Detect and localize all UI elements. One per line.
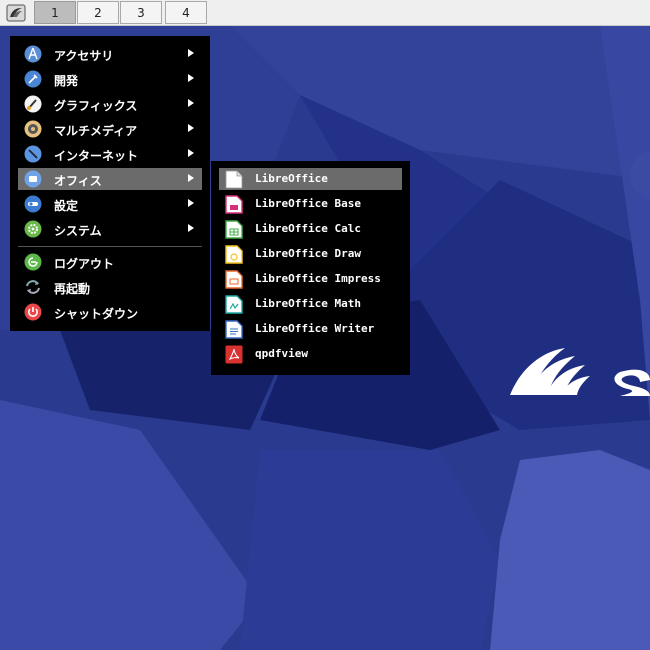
menu-item-office[interactable]: オフィス [18, 168, 202, 190]
submenu-item-libreoffice-calc[interactable]: LibreOffice Calc [219, 218, 402, 240]
menu-item-internet[interactable]: インターネット [18, 143, 202, 165]
internet-icon [24, 145, 42, 163]
accessories-icon [24, 45, 42, 63]
taskbar: 1 2 3 4 [0, 0, 650, 26]
submenu-arrow-icon [188, 49, 194, 57]
application-menu: アクセサリ 開発 グラフィックス マルチメディア インターネット オフィス 設定… [10, 36, 210, 331]
workspace-3-button[interactable]: 3 [120, 1, 162, 24]
libreoffice-icon [225, 170, 243, 189]
graphics-icon [24, 95, 42, 113]
menu-item-graphics[interactable]: グラフィックス [18, 93, 202, 115]
menu-item-system[interactable]: システム [18, 218, 202, 240]
libreoffice-draw-icon [225, 245, 243, 264]
submenu-item-libreoffice-impress[interactable]: LibreOffice Impress [219, 268, 402, 290]
submenu-item-libreoffice[interactable]: LibreOffice [219, 168, 402, 190]
submenu-arrow-icon [188, 99, 194, 107]
libreoffice-math-icon [225, 295, 243, 314]
submenu-item-libreoffice-writer[interactable]: LibreOffice Writer [219, 318, 402, 340]
office-submenu: LibreOffice LibreOffice Base LibreOffice… [211, 161, 410, 375]
submenu-arrow-icon [188, 74, 194, 82]
reboot-icon [26, 280, 40, 294]
workspace-4-button[interactable]: 4 [165, 1, 207, 24]
submenu-arrow-icon [188, 174, 194, 182]
menu-item-accessories[interactable]: アクセサリ [18, 43, 202, 65]
submenu-item-qpdfview[interactable]: qpdfview [219, 343, 402, 365]
submenu-arrow-icon [188, 149, 194, 157]
multimedia-icon [24, 120, 42, 138]
menu-item-development[interactable]: 開発 [18, 68, 202, 90]
system-icon [24, 220, 42, 238]
logout-icon [24, 253, 42, 271]
menu-item-shutdown[interactable]: シャットダウン [18, 301, 202, 323]
menu-item-settings[interactable]: 設定 [18, 193, 202, 215]
settings-icon [24, 195, 42, 213]
workspace-2-button[interactable]: 2 [77, 1, 119, 24]
submenu-arrow-icon [188, 124, 194, 132]
pdf-viewer-icon [225, 345, 243, 364]
libreoffice-impress-icon [225, 270, 243, 289]
shutdown-icon [24, 303, 42, 321]
submenu-item-libreoffice-math[interactable]: LibreOffice Math [219, 293, 402, 315]
workspace-1-button[interactable]: 1 [34, 1, 76, 24]
app-menu-icon[interactable] [4, 3, 28, 23]
development-icon [24, 70, 42, 88]
menu-item-logout[interactable]: ログアウト [18, 251, 202, 273]
submenu-arrow-icon [188, 199, 194, 207]
menu-item-reboot[interactable]: 再起動 [18, 276, 202, 298]
submenu-arrow-icon [188, 224, 194, 232]
libreoffice-calc-icon [225, 220, 243, 239]
libreoffice-writer-icon [225, 320, 243, 339]
submenu-item-libreoffice-draw[interactable]: LibreOffice Draw [219, 243, 402, 265]
submenu-item-libreoffice-base[interactable]: LibreOffice Base [219, 193, 402, 215]
menu-separator [18, 246, 202, 247]
office-icon [24, 170, 42, 188]
menu-item-multimedia[interactable]: マルチメディア [18, 118, 202, 140]
libreoffice-base-icon [225, 195, 243, 214]
